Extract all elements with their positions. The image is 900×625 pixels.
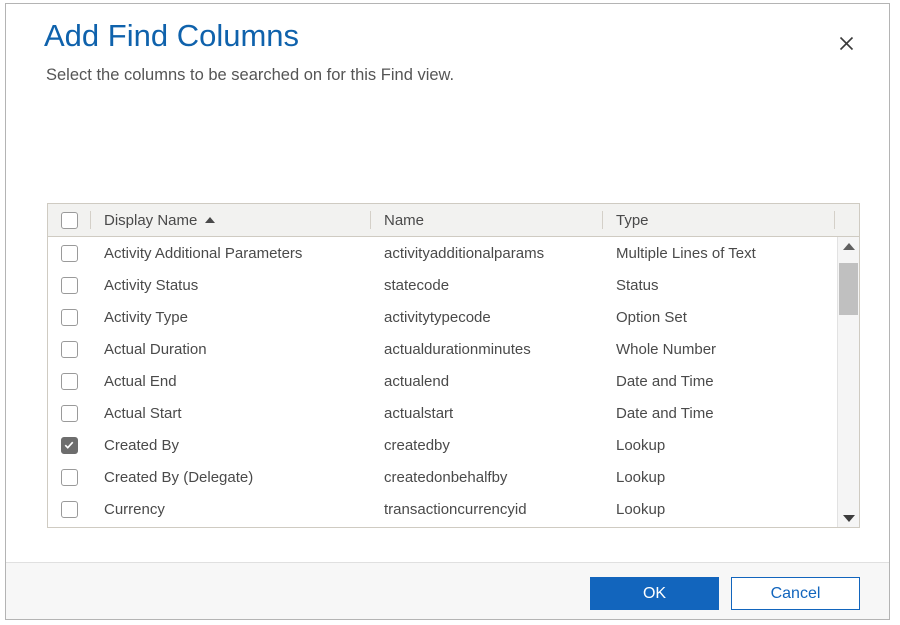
dialog-footer: OK Cancel (6, 562, 889, 619)
triangle-up-glyph (843, 243, 855, 250)
row-checkbox[interactable] (61, 405, 78, 422)
cell-display-name: Activity Type (90, 301, 370, 333)
cell-type: Whole Number (602, 333, 834, 365)
column-header-type[interactable]: Type (602, 204, 834, 236)
row-checkbox-cell (48, 429, 90, 461)
row-checkbox-cell (48, 237, 90, 269)
row-checkbox-cell (48, 269, 90, 301)
triangle-up-icon (205, 217, 215, 223)
cell-name: actualend (370, 365, 602, 397)
row-checkbox[interactable] (61, 341, 78, 358)
cell-name: actualstart (370, 397, 602, 429)
cell-type: Lookup (602, 493, 834, 525)
cell-display-name: Actual Duration (90, 333, 370, 365)
ok-button[interactable]: OK (590, 577, 719, 610)
cell-name: createdby (370, 429, 602, 461)
select-all-cell (48, 204, 90, 236)
cell-type: Lookup (602, 429, 834, 461)
cell-display-name: Created By (90, 429, 370, 461)
table-row[interactable]: Created BycreatedbyLookup (48, 429, 859, 461)
select-all-checkbox[interactable] (61, 212, 78, 229)
cell-type: Multiple Lines of Text (602, 237, 834, 269)
cell-display-name: Currency (90, 493, 370, 525)
table-row[interactable]: Activity Additional Parametersactivityad… (48, 237, 859, 269)
row-checkbox-cell (48, 333, 90, 365)
grid-body-wrapper: Activity Additional Parametersactivityad… (48, 237, 859, 527)
cell-type: Status (602, 269, 834, 301)
table-row[interactable]: Actual StartactualstartDate and Time (48, 397, 859, 429)
table-row[interactable]: CurrencytransactioncurrencyidLookup (48, 493, 859, 525)
column-header-display-name-label: Display Name (104, 212, 197, 229)
cancel-button[interactable]: Cancel (731, 577, 860, 610)
row-checkbox[interactable] (61, 309, 78, 326)
dialog-subtitle: Select the columns to be searched on for… (46, 64, 454, 86)
cell-type: Option Set (602, 301, 834, 333)
table-row[interactable]: Activity TypeactivitytypecodeOption Set (48, 301, 859, 333)
cell-display-name: Actual Start (90, 397, 370, 429)
cell-name: actualdurationminutes (370, 333, 602, 365)
table-row[interactable]: Created By (Delegate)createdonbehalfbyLo… (48, 461, 859, 493)
columns-grid: Display Name Name Type Activity Addition… (47, 203, 860, 528)
column-header-spacer (834, 204, 858, 236)
table-row[interactable]: Activity StatusstatecodeStatus (48, 269, 859, 301)
cell-type: Lookup (602, 461, 834, 493)
add-find-columns-dialog: Add Find Columns Select the columns to b… (5, 3, 890, 620)
scroll-up-icon[interactable] (838, 237, 859, 255)
page-title: Add Find Columns (44, 16, 299, 56)
close-glyph (839, 36, 854, 51)
triangle-down-glyph (843, 515, 855, 522)
row-checkbox[interactable] (61, 437, 78, 454)
row-checkbox-cell (48, 461, 90, 493)
row-checkbox[interactable] (61, 245, 78, 262)
row-checkbox[interactable] (61, 373, 78, 390)
row-checkbox[interactable] (61, 469, 78, 486)
close-icon[interactable] (829, 26, 863, 60)
dialog-header: Add Find Columns Select the columns to b… (6, 4, 889, 194)
cell-name: activityadditionalparams (370, 237, 602, 269)
grid-body: Activity Additional Parametersactivityad… (48, 237, 859, 527)
table-row[interactable]: Actual EndactualendDate and Time (48, 365, 859, 397)
grid-vertical-scrollbar[interactable] (837, 237, 859, 527)
check-glyph (64, 440, 74, 450)
row-checkbox-cell (48, 493, 90, 525)
cell-display-name: Activity Status (90, 269, 370, 301)
cell-name: transactioncurrencyid (370, 493, 602, 525)
row-checkbox[interactable] (61, 501, 78, 518)
scrollbar-thumb[interactable] (839, 263, 858, 315)
cell-type: Date and Time (602, 397, 834, 429)
row-checkbox-cell (48, 365, 90, 397)
column-header-display-name[interactable]: Display Name (90, 204, 370, 236)
cell-name: statecode (370, 269, 602, 301)
row-checkbox-cell (48, 301, 90, 333)
grid-header-row: Display Name Name Type (48, 204, 859, 237)
row-checkbox[interactable] (61, 277, 78, 294)
column-header-type-label: Type (616, 212, 649, 229)
column-header-name[interactable]: Name (370, 204, 602, 236)
column-header-name-label: Name (384, 212, 424, 229)
cell-display-name: Actual End (90, 365, 370, 397)
cell-name: createdonbehalfby (370, 461, 602, 493)
row-checkbox-cell (48, 397, 90, 429)
cell-name: activitytypecode (370, 301, 602, 333)
scroll-down-icon[interactable] (838, 509, 859, 527)
cell-display-name: Activity Additional Parameters (90, 237, 370, 269)
cell-type: Date and Time (602, 365, 834, 397)
table-row[interactable]: Actual DurationactualdurationminutesWhol… (48, 333, 859, 365)
cell-display-name: Created By (Delegate) (90, 461, 370, 493)
